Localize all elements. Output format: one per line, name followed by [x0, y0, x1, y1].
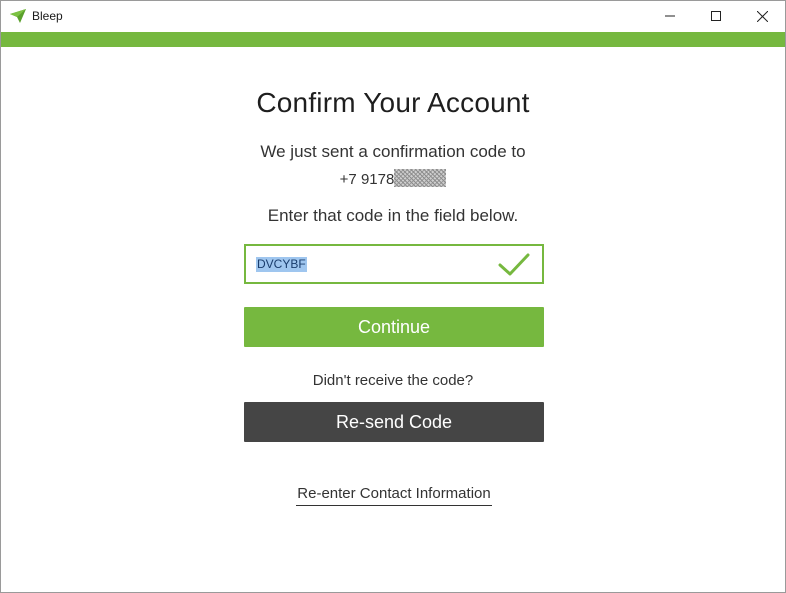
maximize-icon	[711, 11, 721, 21]
resend-code-button[interactable]: Re-send Code	[244, 402, 544, 442]
accent-bar	[1, 32, 785, 47]
redacted-digits	[394, 169, 447, 187]
window-title: Bleep	[32, 9, 63, 23]
minimize-icon	[665, 15, 675, 17]
maximize-button[interactable]	[693, 1, 739, 31]
checkmark-icon	[498, 253, 530, 276]
instruction-text: Enter that code in the field below.	[267, 206, 519, 225]
close-icon	[756, 10, 768, 22]
bleep-logo-icon	[10, 9, 26, 23]
reenter-contact-link[interactable]: Re-enter Contact Information	[296, 485, 492, 506]
continue-button[interactable]: Continue	[244, 307, 544, 347]
title-bar[interactable]: Bleep	[1, 1, 785, 31]
app-window: Bleep Confirm Your Account We just sent …	[0, 0, 786, 593]
phone-line: +7 9178	[1, 169, 785, 188]
close-button[interactable]	[739, 1, 785, 31]
confirmation-code-field[interactable]: DVCYBF	[244, 244, 544, 284]
sent-code-text: We just sent a confirmation code to	[260, 142, 526, 161]
page-title: Confirm Your Account	[256, 87, 530, 118]
didnt-receive-text: Didn't receive the code?	[312, 372, 474, 389]
confirmation-code-value[interactable]: DVCYBF	[256, 257, 307, 272]
minimize-button[interactable]	[647, 1, 693, 31]
phone-number: +7 9178	[339, 171, 395, 188]
